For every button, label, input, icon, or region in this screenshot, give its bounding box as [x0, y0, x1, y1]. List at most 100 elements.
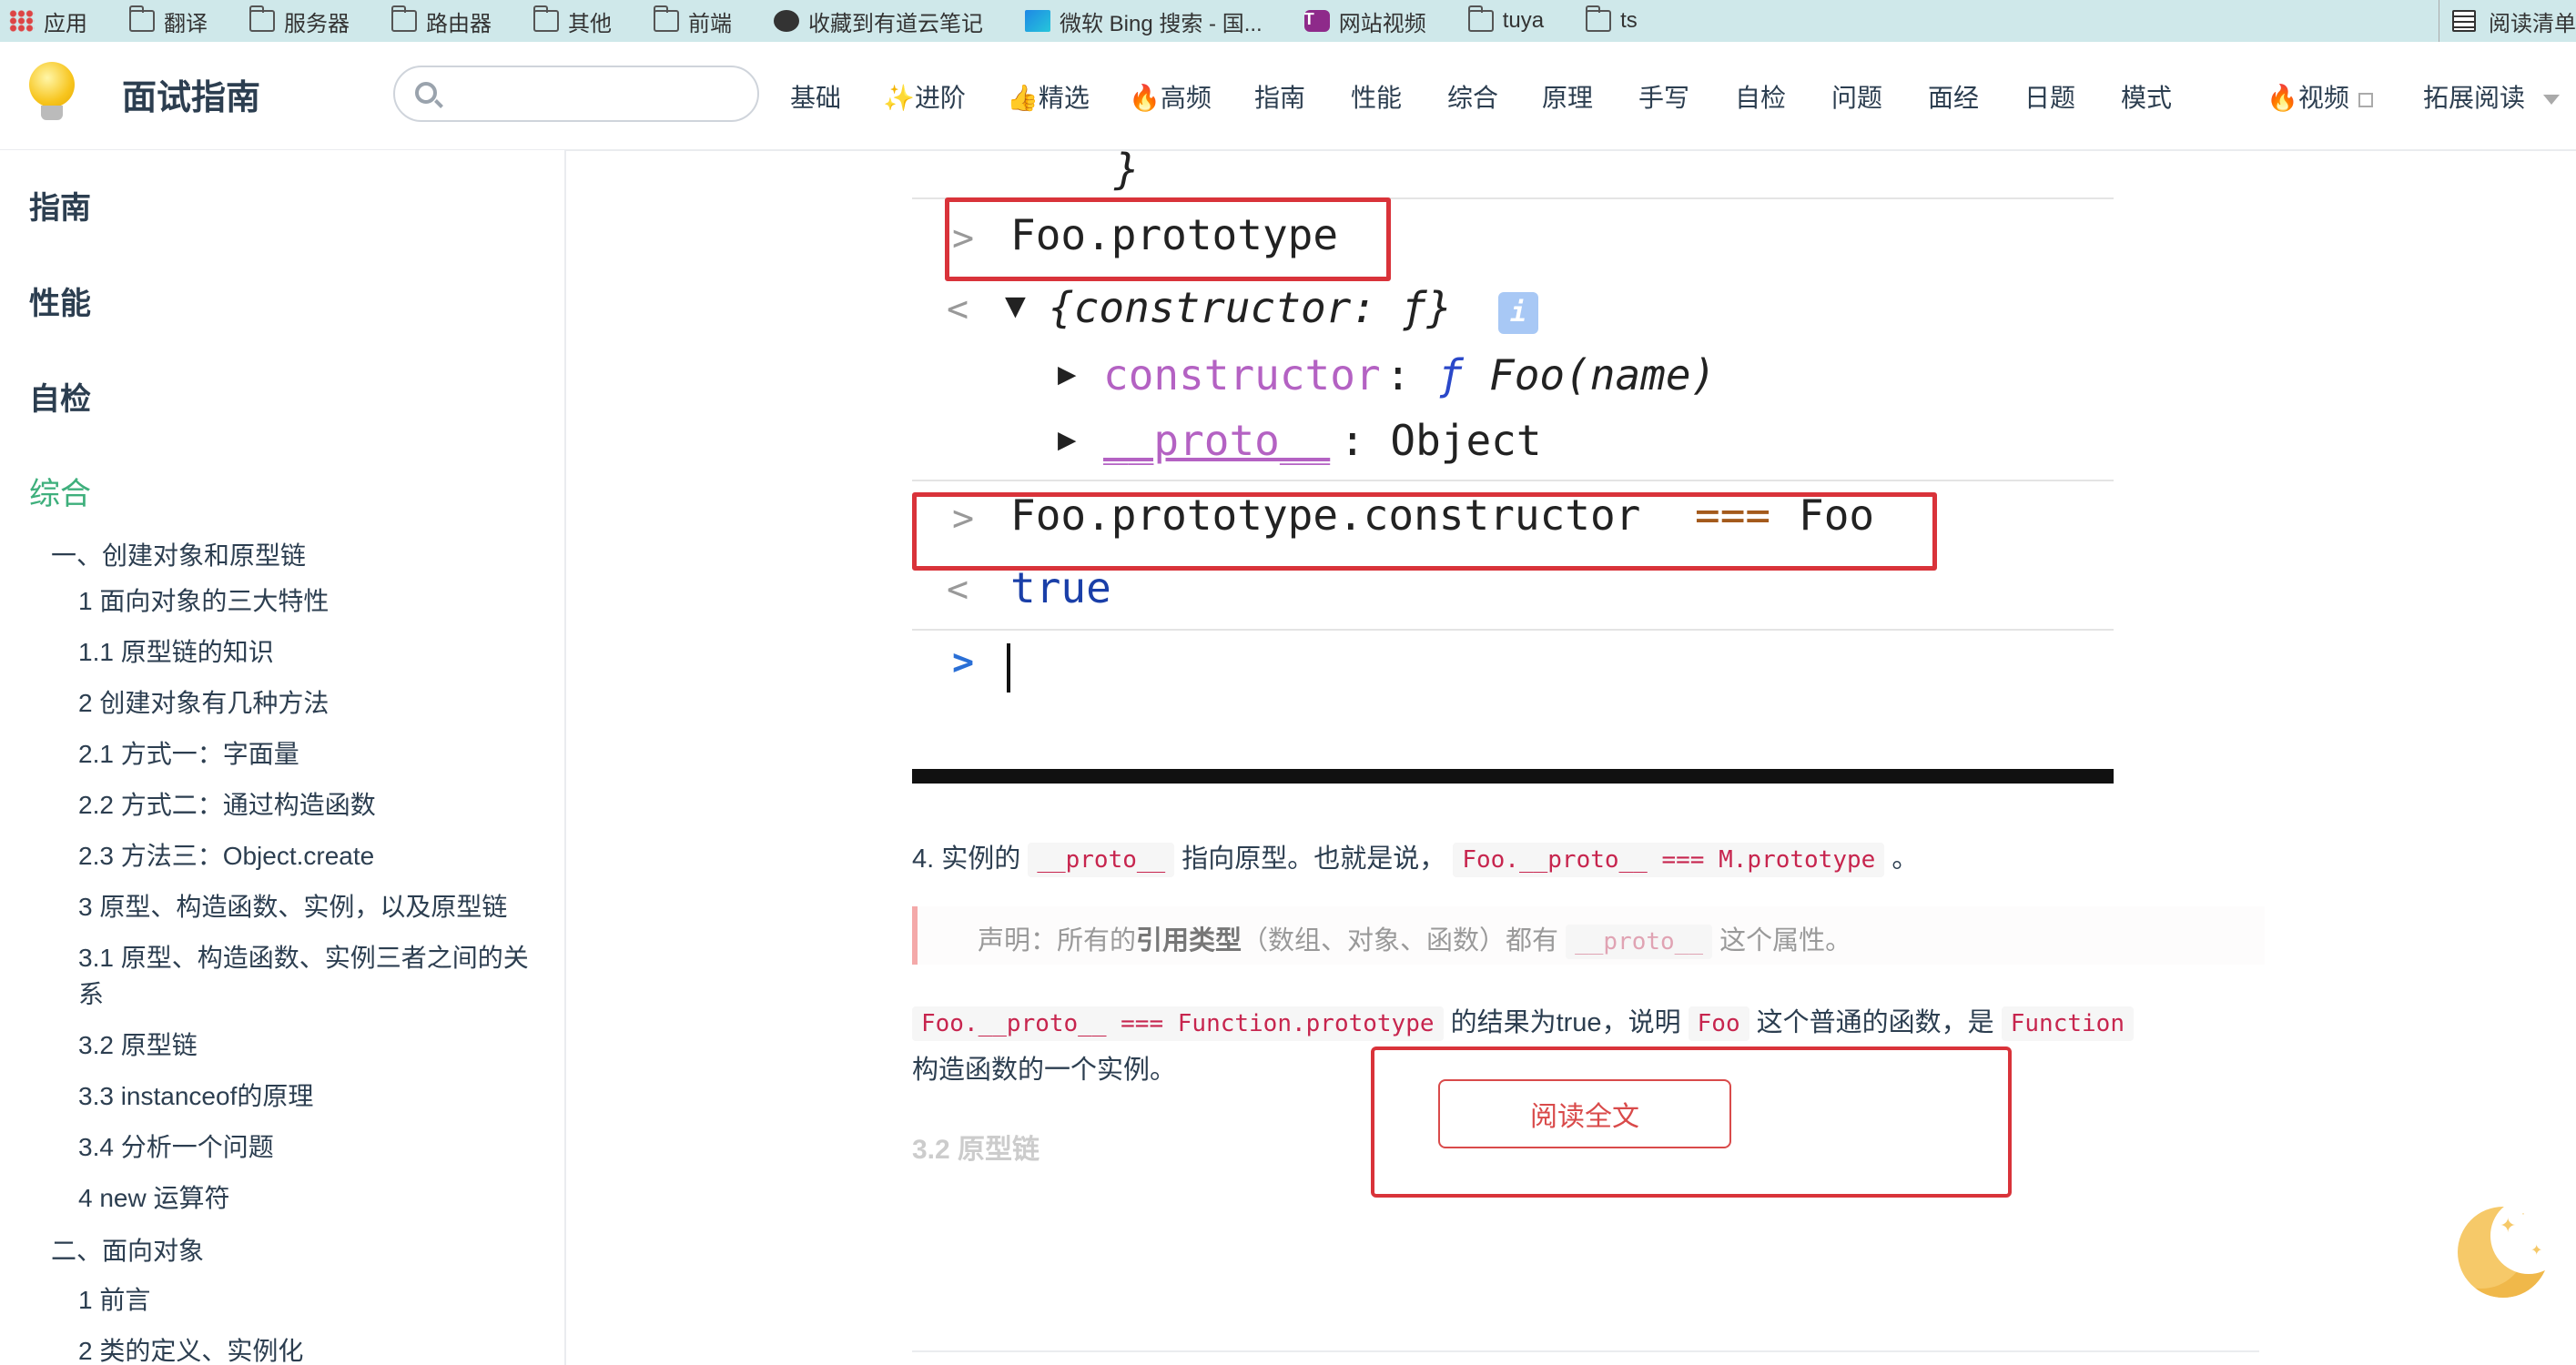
nav-link-interviews[interactable]: 面经	[1928, 78, 1979, 115]
video-icon: T	[1303, 10, 1330, 32]
quote-text: 声明：所有的引用类型（数组、对象、函数）都有 __proto__ 这个属性。	[978, 919, 1852, 959]
bookmark-bing[interactable]: 微软 Bing 搜索 - 国...	[1025, 5, 1263, 37]
folder-icon	[391, 5, 417, 32]
sidebar-item[interactable]: 1 前言	[78, 1282, 533, 1319]
highlight-box	[912, 492, 1937, 571]
bookmark-label: 收藏到有道云笔记	[808, 11, 983, 36]
bookmark-label: 前端	[688, 11, 732, 36]
inline-code: __proto__	[1028, 843, 1175, 877]
reading-list-icon	[2452, 10, 2476, 32]
inline-code: __proto__	[1566, 925, 1712, 959]
prompt-icon: >	[952, 642, 975, 683]
nav-link-performance[interactable]: 性能	[1351, 78, 1402, 115]
folder-icon	[249, 5, 275, 32]
inline-code: Foo	[1688, 1006, 1749, 1041]
nav-link-comprehensive[interactable]: 综合	[1447, 78, 1498, 115]
bookmark-tuya[interactable]: tuya	[1467, 5, 1545, 34]
bing-icon	[1025, 10, 1050, 32]
bookmark-apps[interactable]: 应用	[9, 5, 87, 37]
sidebar-item[interactable]: 2 类的定义、实例化	[78, 1333, 533, 1365]
sidebar-item[interactable]: 3.3 instanceof的原理	[78, 1078, 533, 1115]
bookmark-server[interactable]: 服务器	[249, 5, 350, 37]
read-more-button[interactable]: 阅读全文	[1438, 1079, 1731, 1148]
bookmark-label: ts	[1620, 8, 1638, 33]
reading-list-button[interactable]: 阅读清单	[2439, 0, 2576, 42]
sidebar-item[interactable]: 1 面向对象的三大特性	[78, 583, 533, 620]
bookmark-translate[interactable]: 翻译	[129, 5, 208, 37]
bookmark-label: 网站视频	[1338, 11, 1426, 36]
bookmark-other[interactable]: 其他	[533, 5, 612, 37]
sidebar-item[interactable]: 1.1 原型链的知识	[78, 634, 533, 671]
sidebar-item[interactable]: 3 原型、构造函数、实例，以及原型链	[78, 889, 533, 925]
sidebar-item[interactable]: 2 创建对象有几种方法	[78, 685, 533, 722]
lightbulb-logo-icon[interactable]	[29, 62, 75, 107]
nav-link-featured[interactable]: 👍精选	[1007, 78, 1090, 115]
bookmark-label: 服务器	[284, 11, 350, 36]
sidebar-group-title[interactable]: 二、面向对象	[51, 1231, 204, 1268]
folder-icon	[654, 5, 679, 32]
text: （数组、对象、函数）都有	[1242, 926, 1559, 956]
bookmark-youdao[interactable]: 收藏到有道云笔记	[774, 5, 983, 37]
nav-link-basics[interactable]: 基础	[790, 78, 841, 115]
site-title[interactable]: 面试指南	[122, 69, 260, 119]
bookmark-label: tuya	[1502, 8, 1545, 33]
console-divider	[912, 480, 2114, 481]
sidebar-item[interactable]: 3.4 分析一个问题	[78, 1129, 533, 1166]
bookmark-video[interactable]: T 网站视频	[1303, 5, 1426, 37]
extended-reading-dropdown[interactable]: 拓展阅读	[2423, 78, 2561, 115]
console-screenshot: } > Foo.prototype < ▼ {constructor: ƒ} i…	[912, 145, 2114, 787]
sidebar-section-guide[interactable]: 指南	[29, 183, 91, 228]
result-arrow-icon: <	[947, 569, 969, 611]
nav-link-frequent[interactable]: 🔥高频	[1129, 78, 1212, 115]
sidebar-section-comprehensive[interactable]: 综合	[29, 469, 91, 513]
function-glyph: ƒ	[1438, 350, 1464, 399]
nav-link-selfcheck[interactable]: 自检	[1735, 78, 1786, 115]
nav-link-guide[interactable]: 指南	[1254, 78, 1305, 115]
folder-icon	[129, 5, 155, 32]
sidebar-group-title[interactable]: 一、创建对象和原型链	[51, 536, 306, 572]
nav-link-patterns[interactable]: 模式	[2121, 78, 2172, 115]
bookmark-label: 其他	[568, 11, 612, 36]
sidebar-section-selfcheck[interactable]: 自检	[29, 374, 91, 419]
sidebar-item[interactable]: 3.2 原型链	[78, 1027, 533, 1064]
text: 这个普通的函数，是	[1756, 1008, 1994, 1037]
property-colon: :	[1385, 350, 1411, 399]
sidebar-item[interactable]: 4 new 运算符	[78, 1180, 533, 1217]
nav-link-advanced[interactable]: ✨进阶	[883, 78, 966, 115]
text: 指向原型。也就是说，	[1182, 844, 1446, 874]
nav-link-video[interactable]: 🔥视频	[2267, 78, 2373, 115]
bookmarks-bar: 应用 翻译 服务器 路由器 其他 前端 收藏到有道云笔记 微软 Bing 搜索 …	[0, 0, 2576, 43]
bookmark-label: 翻译	[164, 11, 208, 36]
nav-link-daily[interactable]: 日题	[2024, 78, 2075, 115]
search-box[interactable]	[393, 66, 759, 122]
sidebar-item[interactable]: 2.3 方法三：Object.create	[78, 838, 533, 875]
sidebar-item[interactable]: 3.1 原型、构造函数、实例三者之间的关系	[78, 940, 533, 1013]
search-icon	[415, 82, 437, 104]
content-divider	[912, 1350, 2259, 1352]
bookmark-label: 微软 Bing 搜索 - 国...	[1060, 11, 1263, 36]
nav-link-questions[interactable]: 问题	[1831, 78, 1882, 115]
nav-link-principles[interactable]: 原理	[1542, 78, 1593, 115]
search-input[interactable]	[455, 75, 741, 115]
closing-brace: }	[1114, 145, 1140, 194]
sidebar-section-performance[interactable]: 性能	[29, 278, 91, 323]
console-output-2: true	[1010, 563, 1111, 612]
text: 的结果为true，说明	[1450, 1008, 1681, 1037]
bookmark-label: 路由器	[426, 11, 492, 36]
image-bottom-bar	[912, 769, 2114, 784]
folder-icon	[533, 5, 559, 32]
bookmark-router[interactable]: 路由器	[391, 5, 492, 37]
folder-icon	[1586, 5, 1612, 32]
reading-list-label: 阅读清单	[2489, 11, 2576, 36]
expand-right-icon: ▶	[1058, 421, 1077, 458]
property-value: Foo(name)	[1489, 350, 1717, 399]
nav-link-handwrite[interactable]: 手写	[1638, 78, 1689, 115]
property-key: constructor	[1103, 350, 1381, 399]
bookmark-frontend[interactable]: 前端	[654, 5, 732, 37]
bookmark-ts[interactable]: ts	[1586, 5, 1638, 34]
sidebar-item[interactable]: 2.1 方式一：字面量	[78, 736, 533, 773]
bold-text: 引用类型	[1136, 926, 1242, 956]
sidebar-item[interactable]: 2.2 方式二：通过构造函数	[78, 787, 533, 824]
inline-code: Foo.__proto__ === M.prototype	[1453, 843, 1885, 877]
text: 这个属性。	[1719, 926, 1852, 956]
